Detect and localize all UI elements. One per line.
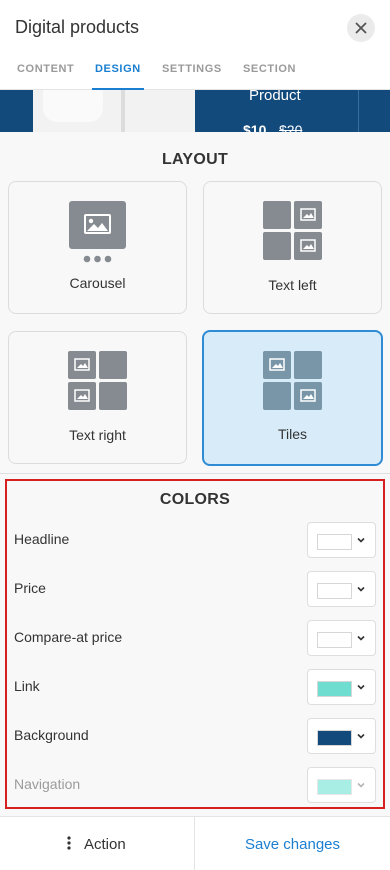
layout-section-title: LAYOUT (161, 151, 229, 168)
layout-option-tiles[interactable]: Tiles (202, 330, 383, 466)
colors-section-title: COLORS (159, 491, 231, 508)
color-row-compare-at-price: Compare-at price (0, 620, 390, 656)
layout-option-label: Carousel (69, 275, 126, 291)
price-color-picker[interactable] (307, 571, 376, 607)
color-row-navigation: Navigation (0, 767, 390, 803)
color-row-headline: Headline (0, 522, 390, 558)
layout-option-text-left[interactable]: Text left (203, 181, 382, 314)
tab-content[interactable]: CONTENT (17, 56, 74, 90)
chevron-down-icon (357, 537, 365, 543)
compare-at-price-color-picker[interactable] (307, 620, 376, 656)
chevron-down-icon (357, 635, 365, 641)
color-swatch (317, 534, 352, 550)
color-row-background: Background (0, 718, 390, 754)
tab-section[interactable]: SECTION (243, 56, 296, 90)
color-swatch (317, 681, 352, 697)
tab-settings[interactable]: SETTINGS (162, 56, 222, 90)
color-swatch (317, 583, 352, 599)
tab-design[interactable]: DESIGN (92, 56, 144, 90)
product-preview: Product $10 $20 (0, 90, 390, 132)
preview-product-name: Product (249, 90, 301, 104)
layout-option-label: Text right (69, 427, 126, 443)
panel-title: Digital products (15, 17, 140, 37)
color-label: Background (14, 727, 89, 743)
chevron-down-icon (357, 684, 365, 690)
save-changes-label: Save changes (244, 836, 341, 853)
text-left-layout-icon (263, 201, 322, 260)
color-label: Compare-at price (14, 629, 123, 645)
layout-option-text-right[interactable]: Text right (8, 331, 187, 464)
close-icon (355, 22, 367, 34)
chevron-down-icon (357, 782, 365, 788)
more-vertical-icon (67, 836, 71, 850)
preview-product-image (33, 90, 195, 132)
close-button[interactable] (347, 14, 375, 42)
layout-option-label: Text left (268, 277, 317, 293)
layout-option-label: Tiles (277, 426, 308, 442)
layout-option-carousel[interactable]: Carousel (8, 181, 187, 314)
navigation-color-picker (307, 767, 376, 803)
headline-color-picker[interactable] (307, 522, 376, 558)
design-panel: LAYOUT Carousel Text left Text right Til… (0, 132, 390, 816)
color-label: Price (14, 580, 46, 596)
action-button[interactable]: Action (0, 817, 194, 870)
color-label: Link (14, 678, 40, 694)
preview-compare-price: $20 (279, 122, 303, 132)
save-changes-button[interactable]: Save changes (195, 817, 390, 870)
link-color-picker[interactable] (307, 669, 376, 705)
tiles-layout-icon (263, 351, 322, 410)
color-label: Headline (14, 531, 70, 547)
preview-divider (358, 90, 359, 132)
panel-footer: Action Save changes (0, 816, 390, 870)
color-swatch (317, 730, 352, 746)
text-right-layout-icon (68, 351, 127, 410)
color-swatch (317, 632, 352, 648)
carousel-layout-icon (69, 201, 126, 263)
action-label: Action (84, 836, 126, 853)
color-swatch (317, 779, 352, 795)
chevron-down-icon (357, 733, 365, 739)
panel-header: Digital products CONTENT DESIGN SETTINGS… (0, 0, 390, 90)
section-divider (0, 473, 390, 474)
color-row-price: Price (0, 571, 390, 607)
color-row-link: Link (0, 669, 390, 705)
color-label: Navigation (14, 776, 81, 792)
background-color-picker[interactable] (307, 718, 376, 754)
chevron-down-icon (357, 586, 365, 592)
preview-price: $10 (243, 122, 267, 132)
